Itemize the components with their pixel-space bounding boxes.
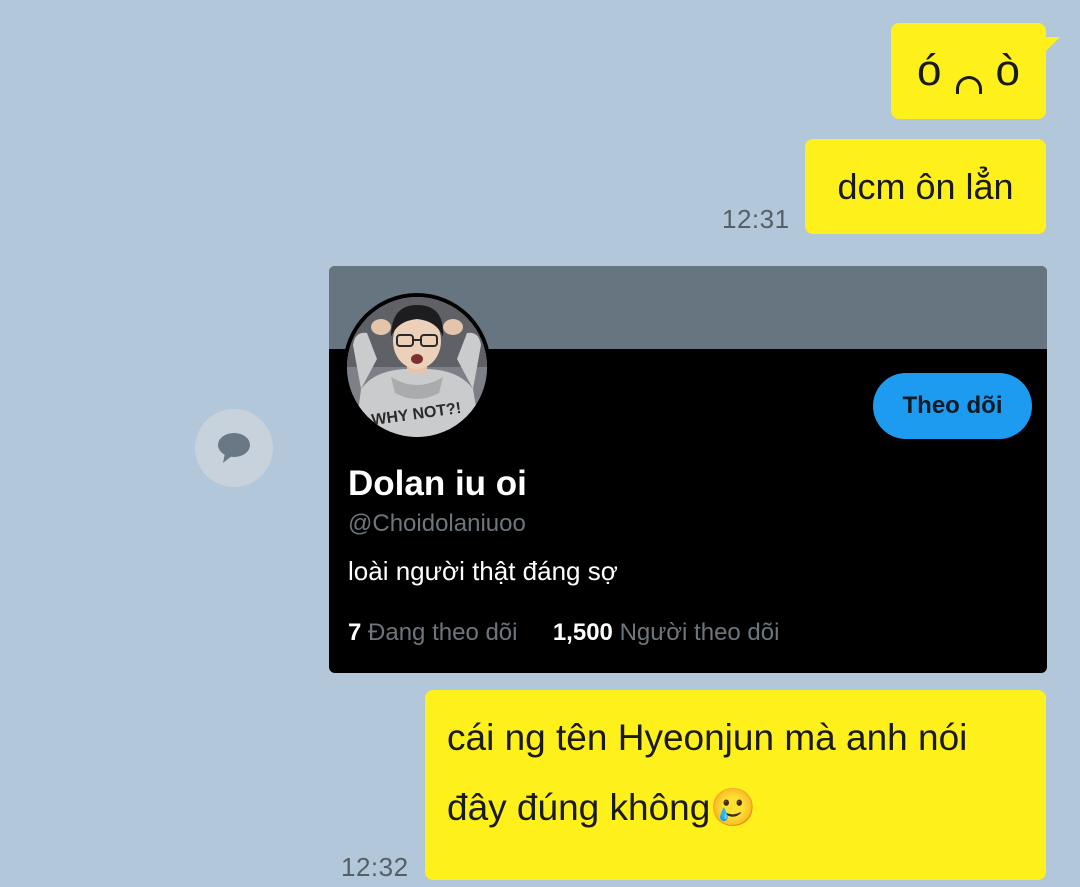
message-bubble[interactable]: cái ng tên Hyeonjun mà anh nói đây đúng … <box>425 690 1046 880</box>
bubble-tail <box>1044 37 1060 53</box>
profile-bio: loài người thật đáng sợ <box>348 556 618 586</box>
profile-card[interactable]: WHY NOT?! Theo dõi Dolan iu oi @Choidola… <box>329 266 1047 673</box>
followers-label[interactable]: Người theo dõi <box>620 619 780 646</box>
followers-count: 1,500 <box>552 619 613 646</box>
message-bubble-emoticon[interactable]: ó ò <box>891 23 1060 119</box>
following-count: 7 <box>348 619 362 646</box>
emoticon-right-eye: ò <box>995 46 1020 95</box>
follow-button[interactable]: Theo dõi <box>873 373 1032 439</box>
profile-name: Dolan iu oi <box>348 464 527 503</box>
following-label[interactable]: Đang theo dõi <box>368 619 517 646</box>
message-timestamp: 12:31 <box>722 204 790 234</box>
emoticon-mouth <box>955 76 982 94</box>
message-emoji: 🥲 <box>710 787 757 828</box>
message-bubble[interactable]: dcm ôn lẳn <box>805 139 1046 234</box>
message-text-line-2: đây đúng không🥲 <box>447 773 1022 843</box>
share-button[interactable] <box>195 409 273 487</box>
message-text-line-1: cái ng tên Hyeonjun mà anh nói <box>447 717 968 758</box>
message-text-line-2-text: đây đúng không <box>447 787 711 828</box>
message-text: dcm ôn lẳn <box>837 165 1014 207</box>
profile-stats: 7 Đang theo dõi 1,500 Người theo dõi <box>348 619 779 647</box>
avatar-image: WHY NOT?! <box>347 297 487 437</box>
emoticon-left-eye: ó <box>917 46 942 95</box>
message-timestamp: 12:32 <box>341 852 409 882</box>
avatar[interactable]: WHY NOT?! <box>343 293 491 441</box>
profile-handle: @Choidolaniuoo <box>348 510 526 537</box>
speech-bubble-icon <box>218 433 250 463</box>
